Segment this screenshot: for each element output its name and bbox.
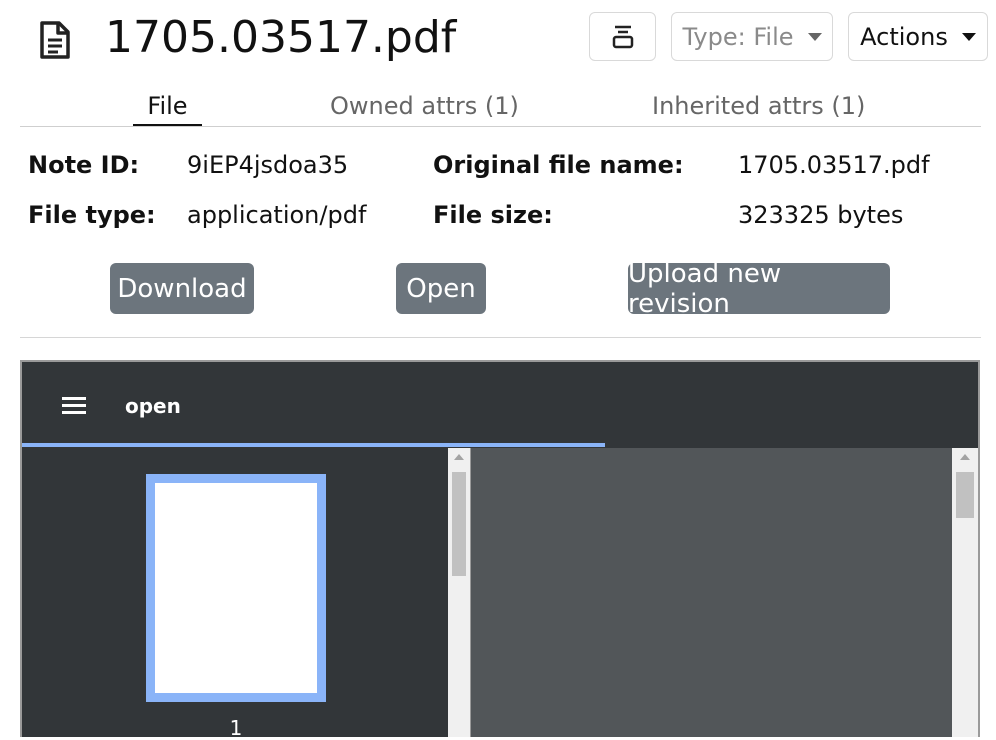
tab-inherited-attrs[interactable]: Inherited attrs (1) — [652, 86, 865, 126]
tab-file[interactable]: File — [133, 86, 202, 126]
load-progress-bar — [22, 443, 605, 447]
sidebar-scrollbar-thumb[interactable] — [452, 472, 466, 576]
note-type-label: Type: File — [682, 22, 794, 51]
page-number: 1 — [229, 716, 243, 740]
note-header: 1705.03517.pdf Type: File Actions — [0, 0, 996, 76]
open-button[interactable]: Open — [396, 263, 486, 314]
actions-label: Actions — [860, 22, 948, 51]
file-type-value: application/pdf — [187, 201, 367, 229]
scroll-up-arrow-icon[interactable] — [454, 454, 464, 460]
main-scrollbar-thumb[interactable] — [956, 472, 974, 518]
pdf-viewer: open 1 — [20, 360, 980, 740]
note-title[interactable]: 1705.03517.pdf — [105, 6, 456, 70]
original-file-name-label: Original file name: — [433, 151, 684, 179]
file-type-label: File type: — [28, 201, 156, 229]
collapse-button[interactable] — [589, 12, 656, 61]
note-type-dropdown[interactable]: Type: File — [671, 12, 833, 61]
divider — [20, 337, 981, 338]
page-thumbnail[interactable] — [146, 474, 326, 702]
download-button[interactable]: Download — [110, 263, 254, 314]
scroll-up-arrow-icon[interactable] — [960, 454, 970, 460]
upload-new-revision-button[interactable]: Upload new revision — [628, 259, 890, 319]
chevron-down-icon — [961, 32, 976, 41]
pdf-page-canvas[interactable] — [471, 448, 952, 737]
chevron-down-icon — [807, 32, 822, 41]
pdf-document-title: open — [125, 394, 181, 418]
main-scrollbar[interactable] — [952, 448, 978, 737]
sidebar-scrollbar[interactable] — [448, 448, 470, 737]
thumbnail-sidebar: 1 — [22, 448, 470, 740]
original-file-name-value: 1705.03517.pdf — [738, 151, 930, 179]
actions-dropdown[interactable]: Actions — [848, 12, 988, 61]
file-size-value: 323325 bytes — [738, 201, 904, 229]
note-id-label: Note ID: — [28, 151, 140, 179]
file-size-label: File size: — [433, 201, 553, 229]
pdf-toolbar: open — [22, 362, 978, 448]
note-id-value: 9iEP4jsdoa35 — [187, 151, 349, 179]
ribbon-tabs: File Owned attrs (1) Inherited attrs (1) — [20, 86, 981, 127]
tab-owned-attrs[interactable]: Owned attrs (1) — [330, 86, 519, 126]
file-text-icon — [40, 21, 70, 59]
collapse-icon — [612, 25, 633, 48]
menu-icon[interactable] — [62, 397, 86, 415]
